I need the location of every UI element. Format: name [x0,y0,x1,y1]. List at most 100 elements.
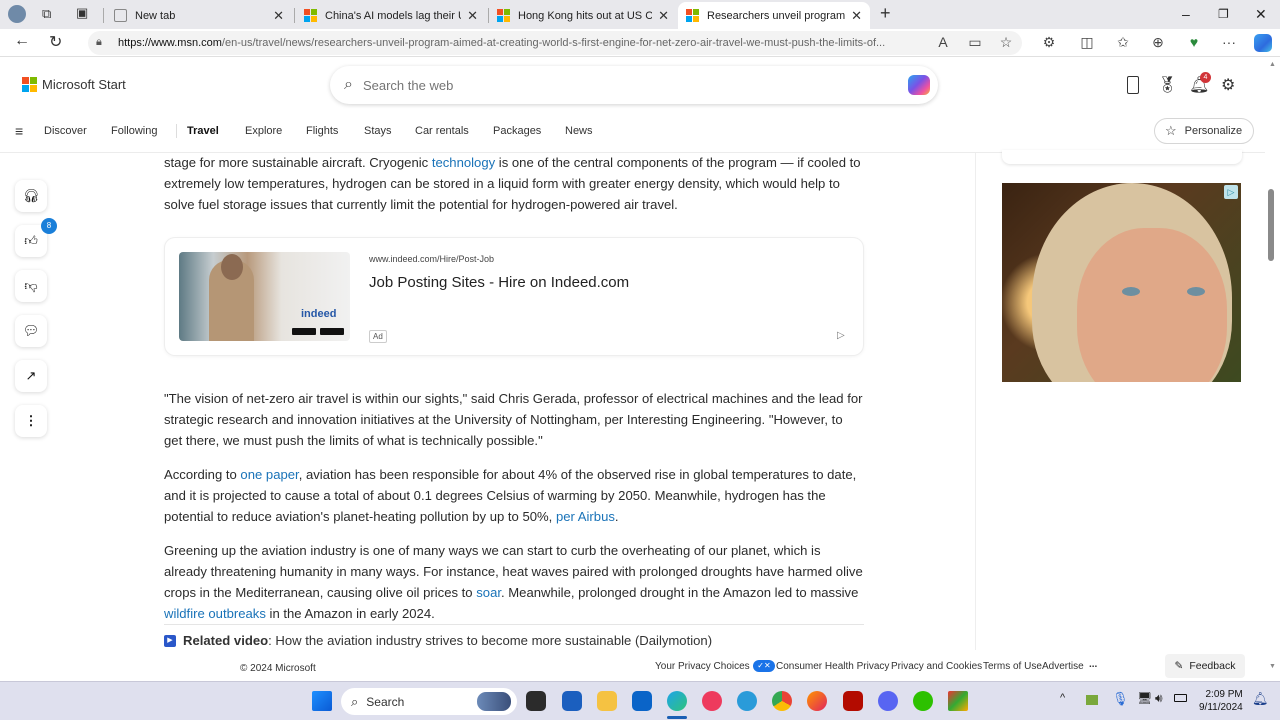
close-window-button[interactable]: ✕ [1255,6,1267,23]
immersive-reader-icon[interactable]: ▭ [966,34,984,51]
minimize-button[interactable]: – [1182,6,1190,22]
comment-button[interactable]: 💬︎ [15,315,47,347]
outlook-icon[interactable] [632,691,652,711]
chrome-icon[interactable] [772,691,792,711]
taskbar-search[interactable]: ⌕ Search [341,688,517,715]
close-tab-icon[interactable]: ✕ [851,8,862,24]
listen-headphones-button[interactable]: 🎧︎ [15,180,47,212]
tab-new-tab[interactable]: New tab ✕ [106,2,292,29]
tab-researchers-active[interactable]: Researchers unveil program aime ✕ [678,2,870,29]
discord-icon[interactable] [878,691,898,711]
restore-button[interactable]: ❐ [1218,7,1229,21]
notification-center-icon[interactable]: 🔔︎ [1252,691,1269,707]
scroll-up-arrow-icon[interactable]: ▲ [1269,61,1276,68]
nav-travel[interactable]: Travel [187,125,219,137]
volume-icon[interactable]: 🔊︎ [1155,691,1163,706]
microsoft-start-logo[interactable]: Microsoft Start [22,77,126,92]
wildfire-outbreaks-link[interactable]: wildfire outbreaks [164,606,266,621]
soar-link[interactable]: soar [476,585,501,600]
refresh-button[interactable]: ↻ [49,32,62,52]
scroll-down-arrow-icon[interactable]: ▼ [1269,663,1276,670]
page-scrollbar[interactable]: ▲ ▼ [1265,57,1280,680]
start-button-icon[interactable] [312,691,332,711]
new-tab-button[interactable]: + [880,3,891,24]
tray-overflow-chevron[interactable]: ^ [1060,692,1065,704]
taskbar-clock[interactable]: 2:09 PM 9/11/2024 [1199,688,1243,714]
read-aloud-icon[interactable]: A [934,34,952,50]
collections-icon[interactable]: ⊕ [1149,34,1167,51]
close-tab-icon[interactable]: ✕ [467,8,478,24]
more-menu-icon[interactable]: ··· [1220,34,1238,50]
favorite-star-icon[interactable]: ☆ [997,34,1015,51]
one-paper-link[interactable]: one paper [240,467,298,482]
rewards-icon[interactable]: 🏅︎ [1157,75,1177,95]
network-icon[interactable]: 🖥︎ [1137,691,1152,705]
nav-packages[interactable]: Packages [493,125,541,137]
ad-title[interactable]: Job Posting Sites - Hire on Indeed.com [369,274,629,291]
per-airbus-link[interactable]: per Airbus [556,509,615,524]
nav-stays[interactable]: Stays [364,125,392,137]
nav-following[interactable]: Following [111,125,157,137]
extensions-icon[interactable]: ⚙ [1040,34,1058,51]
profile-avatar[interactable] [8,5,26,23]
footer-link-privacy-choices[interactable]: Your Privacy Choices [655,661,750,672]
feedback-button[interactable]: ✎ Feedback [1165,654,1245,678]
close-tab-icon[interactable]: ✕ [658,8,669,24]
more-options-button[interactable]: ⋮ [15,405,47,437]
privacy-choices-toggle-icon[interactable]: ✓✕ [753,660,775,672]
tab-hong-kong[interactable]: Hong Kong hits out at US Congre ✕ [489,2,677,29]
wechat-icon[interactable] [913,691,933,711]
nav-flights[interactable]: Flights [306,125,338,137]
app-icon-multicolor[interactable] [948,691,968,711]
copilot-sidebar-icon[interactable] [1254,34,1272,52]
scrollbar-thumb[interactable] [1268,189,1274,261]
browser-essentials-icon[interactable]: ♥ [1185,34,1203,50]
edge-browser-icon[interactable] [667,691,687,711]
display-ad-image[interactable] [1002,183,1241,382]
web-search-box[interactable]: ⌕ [330,66,938,104]
settings-gear-icon[interactable]: ⚙ [1221,75,1235,95]
app-icon-blue[interactable] [737,691,757,711]
acrobat-icon[interactable] [843,691,863,711]
split-screen-icon[interactable]: ◫ [1078,34,1096,51]
hamburger-menu-icon[interactable]: ≡ [15,123,23,139]
copilot-icon[interactable] [908,75,930,95]
tab-china-ai[interactable]: China's AI models lag their U.S. co ✕ [296,2,486,29]
indeed-ad-card[interactable]: indeed www.indeed.com/Hire/Post-Job Job … [165,238,863,355]
favorites-icon[interactable]: ✩ [1114,34,1132,51]
ad-eye-left [1122,287,1140,296]
back-button[interactable]: ← [14,32,30,50]
nav-news[interactable]: News [565,125,593,137]
related-video[interactable]: ▶ Related video : How the aviation indus… [164,624,864,648]
technology-link[interactable]: technology [432,155,495,170]
task-view-icon[interactable] [526,691,546,711]
page-footer: © 2024 Microsoft Your Privacy Choices ✓✕… [0,654,1265,680]
share-button[interactable]: ↗ [15,360,47,392]
footer-link-terms[interactable]: Terms of Use [983,661,1042,672]
dislike-button[interactable]: 👎︎ [15,270,47,302]
lock-icon[interactable]: 🔒︎ [96,36,102,49]
footer-link-advertise[interactable]: Advertise [1042,661,1084,672]
nav-discover[interactable]: Discover [44,125,87,137]
battery-icon[interactable] [1174,694,1187,702]
file-explorer-icon[interactable] [597,691,617,711]
screen-recorder-icon[interactable] [702,691,722,711]
footer-link-consumer-health[interactable]: Consumer Health Privacy [776,661,889,672]
microsoft-store-icon[interactable] [562,691,582,711]
tab-actions-icon[interactable]: ▣ [76,5,88,21]
tray-app-icon[interactable] [1086,695,1098,705]
search-input[interactable] [362,77,863,93]
ad-choices-badge-icon[interactable]: ▷ [1224,185,1238,199]
nav-explore[interactable]: Explore [245,125,282,137]
mobile-app-icon[interactable] [1127,76,1139,94]
ad-choices-icon[interactable]: ▷ [837,330,845,341]
microphone-icon[interactable]: 🎙︎ [1112,691,1129,707]
footer-more-button[interactable]: ... [1089,659,1097,670]
nav-car-rentals[interactable]: Car rentals [415,125,469,137]
close-tab-icon[interactable]: ✕ [273,8,284,24]
workspaces-icon[interactable]: ⧉ [42,6,51,22]
personalize-button[interactable]: ☆ Personalize [1154,118,1254,144]
address-bar[interactable]: 🔒︎ https://www.msn.com/en-us/travel/news… [88,31,1022,55]
firefox-icon[interactable] [807,691,827,711]
footer-link-privacy-cookies[interactable]: Privacy and Cookies [891,661,982,672]
